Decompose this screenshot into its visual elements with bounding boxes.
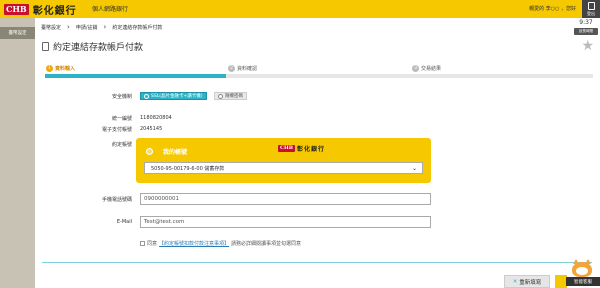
step-1: 1 資料輸入 [46, 65, 75, 72]
step-1-label: 資料輸入 [55, 66, 76, 72]
logout-icon [587, 1, 595, 10]
phone-label: 手機電話號碼 [101, 197, 132, 203]
step-3-number: 3 [412, 65, 419, 72]
document-icon [42, 42, 49, 51]
step-indicator: 1 資料輸入 2 資料確認 3 交易結果 [42, 64, 592, 74]
step-2: 2 資料確認 [228, 65, 257, 72]
chatbot-helper[interactable]: 智能客服 [566, 259, 600, 288]
radio-checked-icon [144, 93, 149, 99]
epay-account-label: 電子支付帳號 [101, 127, 132, 133]
agree-checkbox[interactable] [140, 241, 145, 246]
sidebar-item-label: 臺幣設定 [8, 31, 27, 36]
security-mechanism-label: 安全機制 [111, 94, 132, 100]
agree-prefix: 同意 [147, 241, 158, 247]
bank-logo[interactable]: CHB 彰化銀行 [4, 3, 77, 17]
bank-section-label: 個人網路銀行 [92, 6, 129, 13]
helper-face [576, 267, 588, 275]
account-select[interactable]: 5050-95-00179-6-00 儲蓄存款 ⌄ [144, 162, 423, 174]
account-radio[interactable] [146, 147, 153, 155]
breadcrumb-item-1[interactable]: 臺幣設定 [35, 24, 67, 31]
extend-session-button[interactable]: 延長時間 [574, 28, 598, 35]
session-timer: 9:37 延長時間 [574, 19, 598, 35]
epay-account-value: 2045145 [140, 126, 163, 132]
close-icon: ✕ [512, 278, 518, 285]
unified-id-value: 1180820804 [140, 115, 172, 121]
step-2-label: 資料確認 [237, 66, 258, 72]
phone-input-value: 0900000001 [144, 196, 179, 202]
bind-account-label: 約定帳號 [111, 142, 132, 148]
page-title-row: 約定連結存款帳戶付款 [42, 40, 143, 53]
reset-button[interactable]: ✕ 重新填寫 [504, 275, 550, 288]
account-card-label: 我的帳號 [163, 148, 188, 156]
security-option-ssl[interactable]: SSL(晶片金融卡+讀卡機) [140, 92, 207, 100]
form-divider [42, 262, 592, 263]
sidebar: 臺幣設定 [0, 18, 35, 288]
agree-terms-link[interactable]: 【約定帳號扣款付款注意事項】 [159, 240, 229, 247]
step-2-number: 2 [228, 65, 235, 72]
logout-label: 登出 [587, 10, 595, 16]
session-time-left: 9:37 [579, 19, 593, 26]
security-option-ssl-label: SSL(晶片金融卡+讀卡機) [151, 94, 203, 99]
step-3-label: 交易結果 [421, 66, 442, 72]
card-logo-text: 彰化銀行 [296, 146, 325, 153]
progress-fill [45, 74, 226, 78]
card-logo-badge: CHB [278, 145, 295, 152]
card-bank-logo: CHB 彰化銀行 [278, 144, 325, 153]
breadcrumb-item-3: 約定連結存款帳戶付款 [112, 24, 163, 31]
breadcrumb-item-2[interactable]: 申請/註銷 [70, 24, 104, 31]
security-option-otp[interactable]: 隨機密碼 [214, 92, 247, 100]
email-input[interactable]: Test@test.com [140, 216, 431, 228]
top-bar: CHB 彰化銀行 個人網路銀行 親愛的 李○○ ，您好 登出 [0, 0, 600, 18]
reset-button-label: 重新填寫 [519, 279, 542, 286]
logout-button[interactable]: 登出 [582, 0, 600, 18]
step-3: 3 交易結果 [412, 65, 441, 72]
email-input-value: Test@test.com [144, 219, 185, 225]
radio-unchecked-icon [218, 93, 223, 99]
user-greeting: 親愛的 李○○ ，您好 [529, 6, 576, 12]
logo-text: 彰化銀行 [32, 5, 77, 17]
chevron-down-icon: ⌄ [411, 165, 417, 172]
agree-suffix: 請務必詳細閱讀事項並勾選同意 [231, 241, 302, 247]
sidebar-item-ntd-settings[interactable]: 臺幣設定 [0, 27, 35, 39]
account-card: 我的帳號 CHB 彰化銀行 5050-95-00179-6-00 儲蓄存款 ⌄ [136, 138, 431, 183]
favorite-star-icon[interactable]: ★ [581, 38, 594, 54]
logo-badge: CHB [4, 3, 29, 15]
step-1-number: 1 [46, 65, 53, 72]
breadcrumb: 臺幣設定 › 申請/註銷 › 約定連結存款帳戶付款 [35, 18, 575, 36]
agreement-row: 同意 【約定帳號扣款付款注意事項】 請務必詳細閱讀事項並勾選同意 [140, 240, 301, 247]
chatbot-label: 智能客服 [566, 277, 600, 286]
phone-input[interactable]: 0900000001 [140, 193, 431, 205]
account-select-value: 5050-95-00179-6-00 儲蓄存款 [151, 165, 225, 172]
security-option-otp-label: 隨機密碼 [225, 94, 243, 99]
unified-id-label: 統一編號 [111, 116, 132, 122]
page-title: 約定連結存款帳戶付款 [53, 43, 144, 53]
email-label: E-Mail [116, 219, 132, 225]
